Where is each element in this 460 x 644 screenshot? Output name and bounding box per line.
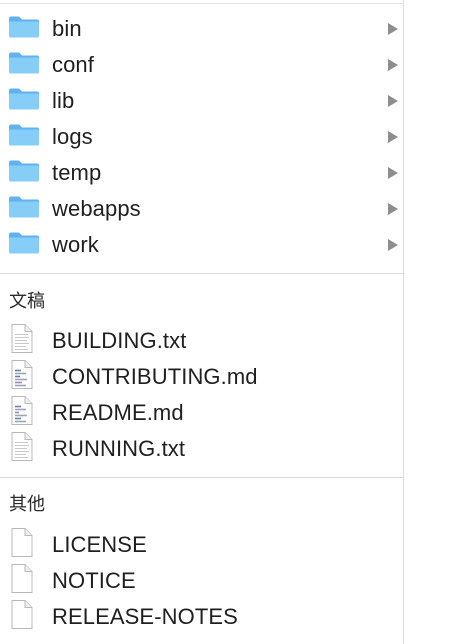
disclosure-arrow-icon[interactable] <box>388 239 398 251</box>
empty-column-area[interactable] <box>405 0 460 644</box>
folder-row-lib[interactable]: lib <box>0 83 404 119</box>
folder-label: webapps <box>52 196 141 221</box>
section-divider <box>0 273 404 274</box>
folder-icon <box>8 123 40 152</box>
disclosure-arrow-icon[interactable] <box>388 131 398 143</box>
file-row-contributing[interactable]: CONTRIBUTING.md <box>0 359 404 395</box>
folder-icon <box>8 51 40 80</box>
disclosure-arrow-icon[interactable] <box>388 167 398 179</box>
folder-label: temp <box>52 160 102 185</box>
markdown-document-icon <box>8 360 34 395</box>
folder-label: bin <box>52 16 82 41</box>
top-divider <box>0 0 404 4</box>
folder-icon <box>8 159 40 188</box>
folder-row-work[interactable]: work <box>0 227 404 263</box>
text-document-icon <box>8 324 34 359</box>
file-label: RUNNING.txt <box>52 436 186 461</box>
folder-label: logs <box>52 124 93 149</box>
file-row-running[interactable]: RUNNING.txt <box>0 431 404 467</box>
file-row-readme[interactable]: README.md <box>0 395 404 431</box>
folder-icon <box>8 87 40 116</box>
blank-file-icon <box>8 528 34 563</box>
blank-file-icon <box>8 564 34 599</box>
folder-row-logs[interactable]: logs <box>0 119 404 155</box>
file-label: LICENSE <box>52 532 147 557</box>
folder-row-bin[interactable]: bin <box>0 11 404 47</box>
file-row-building[interactable]: BUILDING.txt <box>0 323 404 359</box>
disclosure-arrow-icon[interactable] <box>388 59 398 71</box>
folder-icon <box>8 231 40 260</box>
section-divider <box>0 477 404 478</box>
finder-column: bin conf lib logs temp webapps work 文稿 B… <box>0 0 404 644</box>
folder-label: work <box>52 232 99 257</box>
folder-label: conf <box>52 52 94 77</box>
folder-row-webapps[interactable]: webapps <box>0 191 404 227</box>
blank-file-icon <box>8 600 34 635</box>
file-row-notice[interactable]: NOTICE <box>0 563 404 599</box>
folder-icon <box>8 195 40 224</box>
file-row-license[interactable]: LICENSE <box>0 527 404 563</box>
file-label: CONTRIBUTING.md <box>52 364 258 389</box>
text-document-icon <box>8 432 34 467</box>
file-label: NOTICE <box>52 568 136 593</box>
group-title-documents: 文稿 <box>9 291 45 312</box>
file-label: BUILDING.txt <box>52 328 187 353</box>
disclosure-arrow-icon[interactable] <box>388 95 398 107</box>
disclosure-arrow-icon[interactable] <box>388 203 398 215</box>
folder-row-conf[interactable]: conf <box>0 47 404 83</box>
folder-icon <box>8 15 40 44</box>
folder-row-temp[interactable]: temp <box>0 155 404 191</box>
markdown-document-icon <box>8 396 34 431</box>
group-title-other: 其他 <box>9 494 45 515</box>
file-label: RELEASE-NOTES <box>52 604 238 629</box>
file-label: README.md <box>52 400 184 425</box>
folder-label: lib <box>52 88 75 113</box>
file-row-release-notes[interactable]: RELEASE-NOTES <box>0 599 404 635</box>
disclosure-arrow-icon[interactable] <box>388 23 398 35</box>
